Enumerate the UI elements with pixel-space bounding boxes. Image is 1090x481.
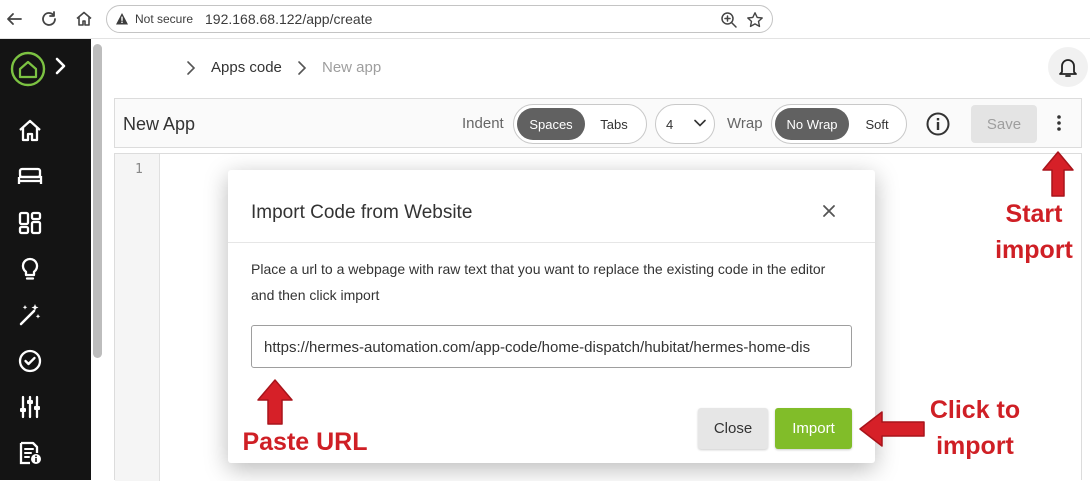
wrap-label: Wrap <box>727 115 763 132</box>
sidebar-home-icon[interactable] <box>16 117 44 145</box>
annotation-arrow-up-icon <box>257 379 293 425</box>
import-code-dialog: Import Code from Website Place a url to … <box>228 170 875 463</box>
sidebar <box>0 39 91 480</box>
url-text[interactable]: 192.168.68.122/app/create <box>205 11 372 27</box>
breadcrumb-new-app: New app <box>322 59 382 76</box>
sidebar-settings-sliders-icon[interactable] <box>16 393 44 421</box>
home-icon[interactable] <box>73 8 95 30</box>
sidebar-check-circle-icon[interactable] <box>16 347 44 375</box>
warning-icon <box>116 13 128 25</box>
sidebar-dashboards-icon[interactable] <box>16 209 44 237</box>
security-label: Not secure <box>135 12 194 26</box>
annotation-arrow-up-icon <box>1042 151 1074 197</box>
chevron-down-icon <box>694 119 706 127</box>
sidebar-rooms-bed-icon[interactable] <box>16 163 44 191</box>
address-bar[interactable]: Not secure 192.168.68.122/app/create <box>106 5 773 33</box>
indent-size-value: 4 <box>666 117 674 132</box>
editor-toolbar: New App Indent Spaces Tabs 4 Wrap No Wra… <box>114 98 1082 148</box>
indent-toggle-group: Spaces Tabs <box>513 104 647 144</box>
reload-icon[interactable] <box>38 8 60 30</box>
breadcrumb-apps-code[interactable]: Apps code <box>211 59 282 76</box>
sidebar-apps-wand-icon[interactable] <box>16 301 44 329</box>
sidebar-devices-bulb-icon[interactable] <box>16 255 44 283</box>
line-number-gutter: 1 <box>115 154 160 481</box>
hubitat-logo-icon[interactable] <box>10 51 46 92</box>
url-input-value: https://hermes-automation.com/app-code/h… <box>264 339 811 356</box>
sidebar-logs-info-icon[interactable] <box>16 439 44 467</box>
annotation-start-import: Start import <box>995 200 1073 264</box>
info-icon[interactable] <box>925 111 951 137</box>
annotation-arrow-left-icon <box>859 411 925 447</box>
indent-size-select[interactable]: 4 <box>655 104 715 144</box>
save-button[interactable]: Save <box>971 105 1037 143</box>
close-button[interactable]: Close <box>698 408 768 449</box>
wrap-nowrap-button[interactable]: No Wrap <box>775 108 849 140</box>
back-icon[interactable] <box>3 8 25 30</box>
zoom-icon[interactable] <box>720 11 738 29</box>
url-input[interactable]: https://hermes-automation.com/app-code/h… <box>251 325 852 368</box>
more-options-icon[interactable] <box>1055 113 1063 133</box>
bookmark-star-icon[interactable] <box>746 11 764 29</box>
dialog-instructions: Place a url to a webpage with raw text t… <box>251 261 826 303</box>
notifications-button[interactable] <box>1048 47 1088 87</box>
indent-label: Indent <box>462 115 504 132</box>
annotation-click-to-import: Click to import <box>929 396 1021 460</box>
close-icon[interactable] <box>821 203 837 219</box>
wrap-toggle-group: No Wrap Soft <box>771 104 907 144</box>
dialog-divider <box>228 242 875 243</box>
breadcrumb-chevron-icon <box>187 61 196 75</box>
import-button[interactable]: Import <box>775 408 852 449</box>
bell-icon <box>1059 59 1077 77</box>
app-title: New App <box>123 114 196 134</box>
line-number: 1 <box>135 162 143 177</box>
dialog-title: Import Code from Website <box>251 202 473 223</box>
page-scrollbar[interactable] <box>93 44 102 358</box>
annotation-paste-url: Paste URL <box>242 428 368 456</box>
expand-sidebar-icon[interactable] <box>54 56 68 81</box>
indent-spaces-button[interactable]: Spaces <box>517 108 585 140</box>
breadcrumb-chevron-icon <box>298 61 307 75</box>
browser-toolbar: Not secure 192.168.68.122/app/create <box>0 0 1090 39</box>
wrap-soft-button[interactable]: Soft <box>852 108 902 140</box>
indent-tabs-button[interactable]: Tabs <box>586 108 642 140</box>
